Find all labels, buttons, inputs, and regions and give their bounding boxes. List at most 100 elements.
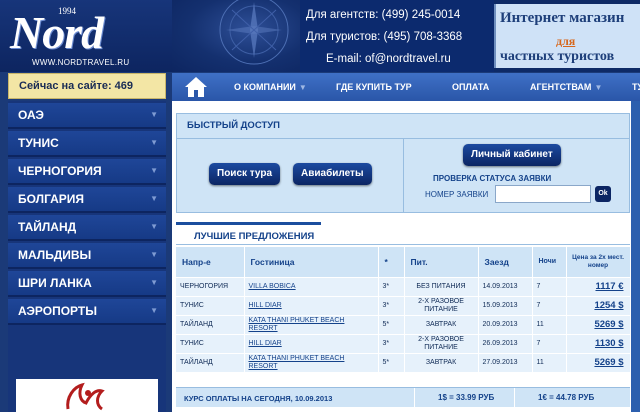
cell-date: 15.09.2013 [482,301,518,309]
request-number-input[interactable] [495,185,591,203]
chevron-down-icon: ▼ [150,222,158,231]
cell-direction: ТУНИС [180,339,204,347]
agency-phone: Для агентств: (499) 245-0014 [306,9,461,21]
destination-sidebar: ОАЭ ▼ ТУНИС ▼ ЧЕРНОГОРИЯ ▼ БОЛГАРИЯ ▼ ТАЙЛАН… [8,101,166,412]
table-row[interactable]: ТАЙЛАНД KATA THANI PHUKET BEACH RESORT 5* З… [176,314,631,334]
cell-direction: ТАЙЛАНД [180,320,213,328]
nav-payment[interactable]: ОПЛАТА [452,73,489,101]
cell-stars-cell: 3* [378,276,405,296]
table-row[interactable]: ТУНИС HILL DIAR 3* 2-Х РАЗОВОЕ ПИТАНИЕ 26.09… [176,333,631,353]
contact-email[interactable]: E-mail: of@nordtravel.ru [326,53,451,65]
sidebar-item-uae[interactable]: ОАЭ ▼ [8,103,166,129]
nav-about[interactable]: О КОМПАНИИ ▼ [234,73,307,101]
personal-cabinet-button[interactable]: Личный кабинет [463,144,561,166]
sidebar-item-thailand[interactable]: ТАЙЛАНД ▼ [8,215,166,241]
site-logo[interactable]: 1994 Nord WWW.NORDTRAVEL.RU [0,0,172,72]
cell-food: 2-Х РАЗОВОЕ ПИТАНИЕ [418,335,464,351]
contact-block: Для агентств: (499) 245-0014 Для туристо… [300,0,494,72]
chevron-down-icon: ▼ [150,166,158,175]
sidebar-item-airports[interactable]: АЭРОПОРТЫ ▼ [8,299,166,325]
status-ok-button[interactable]: Ok [595,186,611,202]
cell-direction-cell: ТУНИС [176,295,245,315]
cell-price-link[interactable]: 1117 € [595,281,623,292]
sidebar-item-tunisia[interactable]: ТУНИС ▼ [8,131,166,157]
quick-access-title: БЫСТРЫЙ ДОСТУП [187,120,280,131]
cell-price-link[interactable]: 5269 $ [594,319,623,330]
compass-icon [219,0,289,65]
cell-date-cell: 14.09.2013 [478,276,533,296]
divider [176,244,630,245]
chevron-down-icon: ▼ [150,138,158,147]
promo-line-1: Интернет магазин [500,10,625,26]
promo-line-2: для [556,34,576,48]
sidebar-item-bulgaria[interactable]: БОЛГАРИЯ ▼ [8,187,166,213]
cell-hotel-link[interactable]: KATA THANI PHUKET BEACH RESORT [249,317,345,332]
nav-agencies[interactable]: АГЕНТСТВАМ ▼ [530,73,602,101]
cell-direction-cell: ТАЙЛАНД [176,314,245,334]
cell-food: ЗАВТРАК [425,358,457,366]
cell-date: 14.09.2013 [482,282,518,290]
page-edge-strip [631,101,640,412]
sidebar-item-maldives[interactable]: МАЛЬДИВЫ ▼ [8,243,166,269]
cell-nights-cell: 7 [532,295,567,315]
nav-where-to-buy-label: ГДЕ КУПИТЬ ТУР [336,82,412,92]
flights-button[interactable]: Авиабилеты [293,163,372,185]
table-row[interactable]: ТУНИС HILL DIAR 3* 2-Х РАЗОВОЕ ПИТАНИЕ 15.09… [176,295,631,315]
col-header-price: Цена за 2х мест. номер [566,247,631,277]
cell-hotel-link[interactable]: HILL DIAR [249,302,282,309]
nav-tours-label: ТУ [632,82,640,92]
cell-hotel-link[interactable]: VILLA BOBICA [249,283,296,290]
sidebar-item-sri-lanka[interactable]: ШРИ ЛАНКА ▼ [8,271,166,297]
cell-food-cell: БЕЗ ПИТАНИЯ [404,276,479,296]
col-header-direction: Напр-е [176,247,245,277]
sidebar-item-label: ТУНИС [18,136,59,150]
tourist-phone: Для туристов: (495) 708-3368 [306,31,463,43]
divider [414,388,415,408]
cell-food: ЗАВТРАК [425,320,457,328]
table-row[interactable]: ЧЕРНОГОРИЯ VILLA BOBICA 3* БЕЗ ПИТАНИЯ 14.09… [176,276,631,296]
col-header-hotel: Гостиница [244,247,379,277]
cell-nights-cell: 7 [532,276,567,296]
cell-date-cell: 26.09.2013 [478,333,533,353]
cell-hotel-link[interactable]: HILL DIAR [249,340,282,347]
cell-nights: 7 [536,301,541,309]
cell-price-cell: 5269 $ [566,352,631,372]
table-header-row: Напр-е Гостиница * Пит. Заезд Ночи Цена … [176,247,631,277]
cell-price-link[interactable]: 1254 $ [594,300,623,311]
promo-line-3: частных туристов [500,49,615,64]
cell-stars-cell: 3* [378,295,405,315]
nav-where-to-buy[interactable]: ГДЕ КУПИТЬ ТУР [336,73,412,101]
sidebar-item-label: МАЛЬДИВЫ [18,248,92,262]
cell-price-link[interactable]: 1130 $ [595,338,624,349]
cell-date: 26.09.2013 [482,339,518,347]
main-nav: О КОМПАНИИ ▼ ГДЕ КУПИТЬ ТУР ОПЛАТА АГЕНТС… [172,73,640,101]
nav-tours[interactable]: ТУ [632,73,640,101]
col-header-nights: Ночи [532,247,567,277]
banner-logo-icon [66,382,105,411]
cell-hotel-cell: HILL DIAR [244,295,379,315]
promo-banner[interactable]: Интернет магазин для частных туристов [494,4,640,68]
sidebar-banner-image[interactable] [16,379,158,412]
chevron-down-icon: ▼ [298,83,307,92]
cell-date-cell: 27.09.2013 [478,352,533,372]
search-tour-button[interactable]: Поиск тура [209,163,281,185]
sidebar-item-montenegro[interactable]: ЧЕРНОГОРИЯ ▼ [8,159,166,185]
cell-price-link[interactable]: 5269 $ [594,357,623,368]
compass-decoration [172,0,300,72]
cell-food-cell: ЗАВТРАК [404,352,479,372]
cell-food-cell: ЗАВТРАК [404,314,479,334]
col-header-food: Пит. [404,247,479,277]
divider [403,139,404,213]
cell-price-cell: 1130 $ [566,333,631,353]
cell-date: 20.09.2013 [482,320,518,328]
sidebar-item-label: АЭРОПОРТЫ [18,304,97,318]
cell-stars: 3* [382,339,390,347]
cell-hotel-link[interactable]: KATA THANI PHUKET BEACH RESORT [249,355,345,370]
cell-hotel-cell: KATA THANI PHUKET BEACH RESORT [244,314,379,334]
main-content: БЫСТРЫЙ ДОСТУП Поиск тура Авиабилеты Лич… [172,101,640,412]
divider [514,388,515,408]
table-row[interactable]: ТАЙЛАНД KATA THANI PHUKET BEACH RESORT 5* З… [176,352,631,372]
cell-stars-cell: 5* [378,352,405,372]
home-icon[interactable] [184,76,208,98]
cell-nights: 7 [536,282,541,290]
